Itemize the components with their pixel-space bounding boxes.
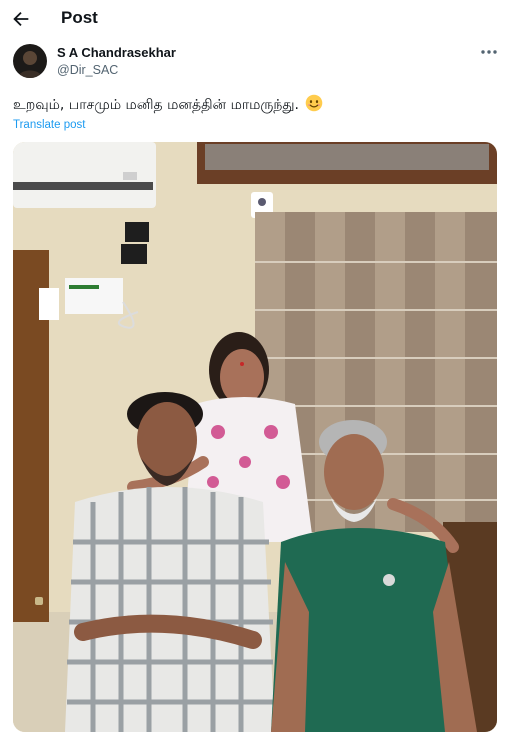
more-icon xyxy=(481,50,497,54)
tweet-text: உறவும், பாசமும் மனித மனத்தின் மாமருந்து. xyxy=(13,97,299,113)
back-button[interactable] xyxy=(10,8,32,30)
avatar[interactable] xyxy=(13,44,47,78)
top-bar: Post xyxy=(0,0,515,38)
translate-post-link[interactable]: Translate post xyxy=(13,119,85,131)
post-photo[interactable] xyxy=(13,142,497,732)
more-options-button[interactable] xyxy=(478,44,500,60)
smiling-face-icon xyxy=(305,94,323,116)
tweet-text-line: உறவும், பாசமும் மனித மனத்தின் மாமருந்து. xyxy=(13,94,323,116)
author-handle[interactable]: @Dir_SAC xyxy=(57,63,118,77)
page-title: Post xyxy=(61,8,98,27)
author-name[interactable]: S A Chandrasekhar xyxy=(57,45,176,60)
arrow-left-icon xyxy=(13,11,29,27)
